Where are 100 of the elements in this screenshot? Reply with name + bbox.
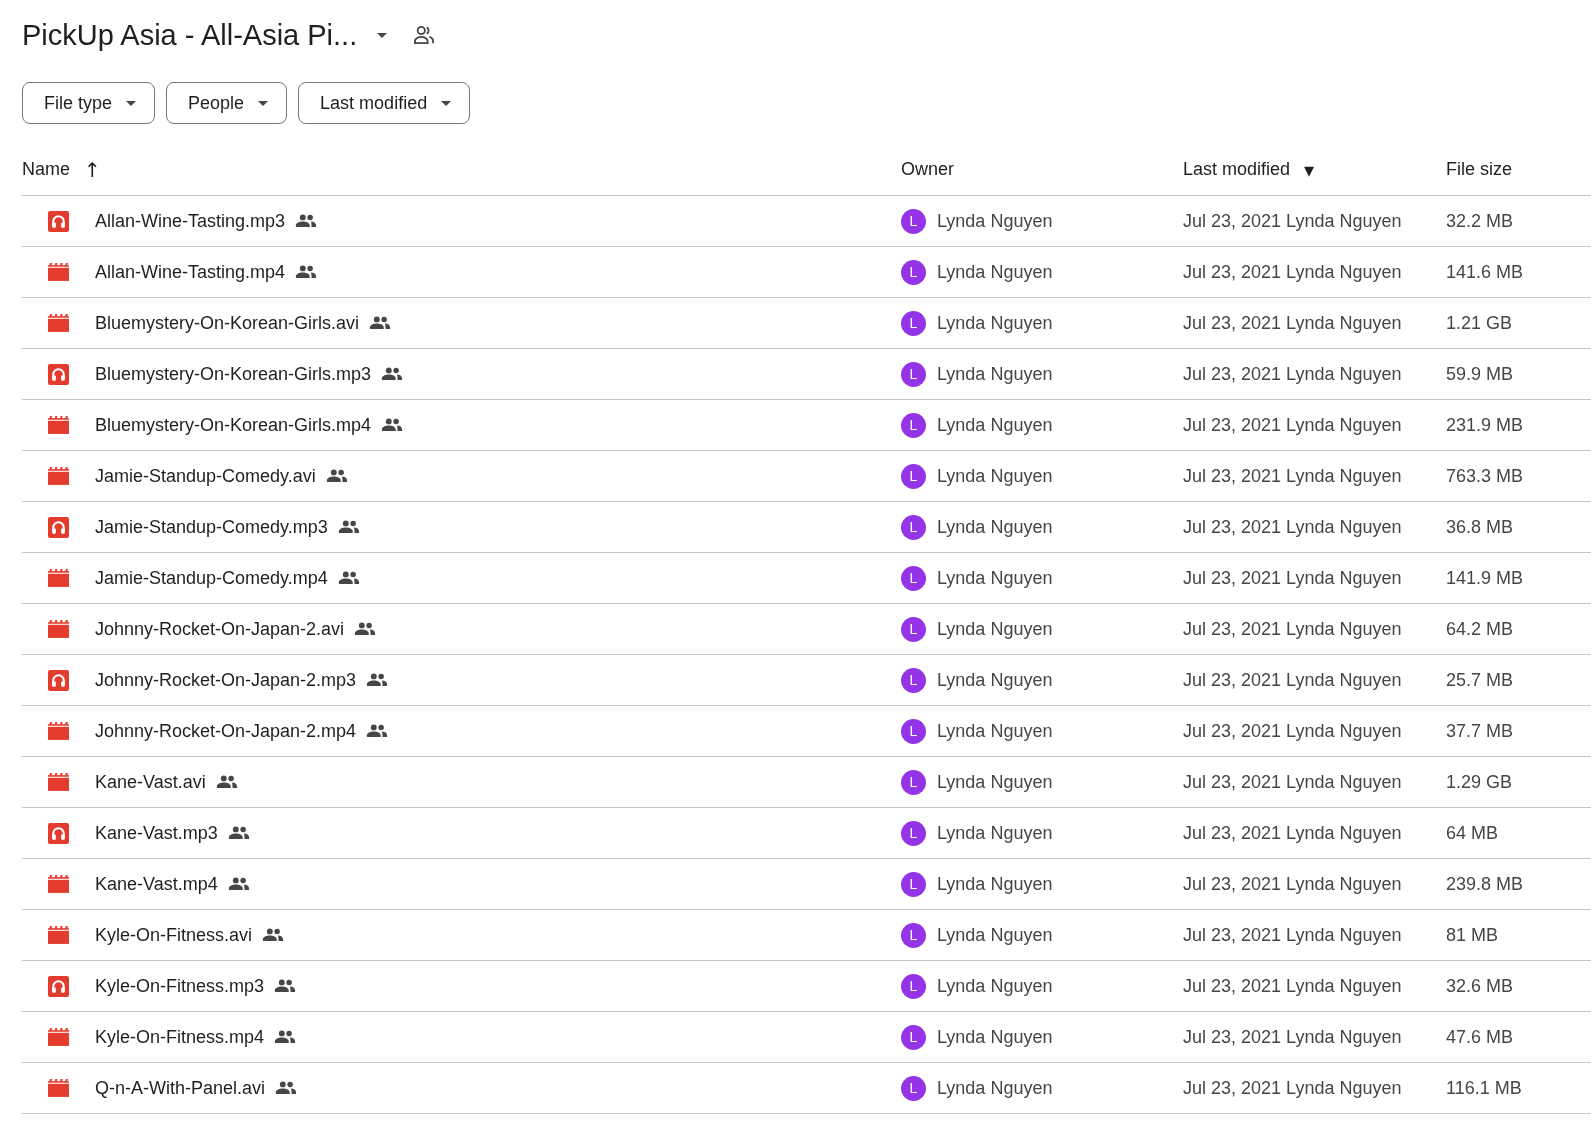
shared-people-icon <box>227 826 250 840</box>
owner-avatar: L <box>901 769 926 795</box>
file-name[interactable]: Johnny-Rocket-On-Japan-2.avi <box>95 618 345 640</box>
file-name[interactable]: Jamie-Standup-Comedy.avi <box>95 465 316 487</box>
owner-name: Lynda Nguyen <box>937 312 1053 334</box>
headphones-file-icon <box>48 669 69 691</box>
owner-avatar: L <box>901 514 926 540</box>
file-size: 25.7 MB <box>1446 669 1515 691</box>
owner-avatar: L <box>901 310 926 336</box>
shared-people-icon <box>274 979 297 993</box>
file-name[interactable]: Q-n-A-With-Panel.avi <box>95 1077 266 1099</box>
shared-people-icon <box>369 316 392 330</box>
owner-name: Lynda Nguyen <box>937 975 1053 997</box>
modified-date: Jul 23, 2021 Lynda Nguyen <box>1183 363 1403 385</box>
file-size: 1.29 GB <box>1446 771 1514 793</box>
file-name[interactable]: Allan-Wine-Tasting.mp4 <box>95 261 286 283</box>
file-name[interactable]: Kyle-On-Fitness.mp4 <box>95 1026 265 1048</box>
filter-chip[interactable]: Last modified <box>298 82 471 124</box>
column-header[interactable]: Owner <box>901 159 954 180</box>
file-name[interactable]: Bluemystery-On-Korean-Girls.mp4 <box>95 414 372 436</box>
owner-name: Lynda Nguyen <box>937 618 1053 640</box>
caret-icon <box>126 100 137 106</box>
clapperboard-file-icon <box>48 467 69 485</box>
owner-avatar: L <box>901 259 926 285</box>
owner-avatar: L <box>901 718 926 744</box>
modified-date: Jul 23, 2021 Lynda Nguyen <box>1183 720 1403 742</box>
shared-people-icon <box>354 622 377 636</box>
clapperboard-file-icon <box>48 263 69 281</box>
column-header[interactable]: Name ↑ <box>22 157 101 182</box>
owner-name: Lynda Nguyen <box>937 669 1053 691</box>
caret-icon <box>441 100 452 106</box>
file-name[interactable]: Bluemystery-On-Korean-Girls.avi <box>95 312 360 334</box>
file-name[interactable]: Allan-Wine-Tasting.mp3 <box>95 210 286 232</box>
file-name[interactable]: Johnny-Rocket-On-Japan-2.mp4 <box>95 720 357 742</box>
modified-date: Jul 23, 2021 Lynda Nguyen <box>1183 924 1403 946</box>
file-size: 1.21 GB <box>1446 312 1514 334</box>
modified-date: Jul 23, 2021 Lynda Nguyen <box>1183 261 1403 283</box>
sort-icon: ↑ <box>84 157 101 182</box>
file-name[interactable]: Kane-Vast.avi <box>95 771 206 793</box>
modified-date: Jul 23, 2021 Lynda Nguyen <box>1183 618 1403 640</box>
file-name[interactable]: Kyle-On-Fitness.avi <box>95 924 253 946</box>
modified-date: Jul 23, 2021 Lynda Nguyen <box>1183 771 1403 793</box>
modified-date: Jul 23, 2021 Lynda Nguyen <box>1183 414 1403 436</box>
clapperboard-file-icon <box>48 1079 69 1097</box>
filter-chip[interactable]: File type <box>22 82 156 124</box>
file-name[interactable]: Bluemystery-On-Korean-Girls.mp3 <box>95 363 372 385</box>
modified-date: Jul 23, 2021 Lynda Nguyen <box>1183 975 1403 997</box>
modified-date: Jul 23, 2021 Lynda Nguyen <box>1183 1026 1403 1048</box>
headphones-file-icon <box>48 975 69 997</box>
clapperboard-file-icon <box>48 722 69 740</box>
shared-people-icon <box>227 877 250 891</box>
file-size: 32.2 MB <box>1446 210 1515 232</box>
owner-name: Lynda Nguyen <box>937 1026 1053 1048</box>
file-size: 239.8 MB <box>1446 873 1525 895</box>
file-name[interactable]: Johnny-Rocket-On-Japan-2.mp3 <box>95 669 357 691</box>
owner-avatar: L <box>901 1075 926 1101</box>
caret-icon <box>258 100 269 106</box>
modified-date: Jul 23, 2021 Lynda Nguyen <box>1183 210 1403 232</box>
modified-date: Jul 23, 2021 Lynda Nguyen <box>1183 567 1403 589</box>
modified-date: Jul 23, 2021 Lynda Nguyen <box>1183 822 1403 844</box>
owner-name: Lynda Nguyen <box>937 414 1053 436</box>
owner-avatar: L <box>901 463 926 489</box>
clapperboard-file-icon <box>48 620 69 638</box>
owner-name: Lynda Nguyen <box>937 822 1053 844</box>
owner-avatar: L <box>901 208 926 234</box>
modified-date: Jul 23, 2021 Lynda Nguyen <box>1183 312 1403 334</box>
clapperboard-file-icon <box>48 569 69 587</box>
column-header[interactable]: File size <box>1446 159 1512 180</box>
caret-icon <box>377 32 388 38</box>
file-name[interactable]: Kane-Vast.mp4 <box>95 873 218 895</box>
owner-name: Lynda Nguyen <box>937 465 1053 487</box>
file-size: 59.9 MB <box>1446 363 1515 385</box>
folder-title: PickUp Asia - All-Asia Pi... <box>22 18 358 52</box>
file-name[interactable]: Jamie-Standup-Comedy.mp4 <box>95 567 328 589</box>
column-header[interactable]: Last modified ▾ <box>1183 157 1315 182</box>
owner-avatar: L <box>901 565 926 591</box>
file-size: 64.2 MB <box>1446 618 1515 640</box>
file-size: 231.9 MB <box>1446 414 1525 436</box>
owner-avatar: L <box>901 871 926 897</box>
headphones-file-icon <box>48 363 69 385</box>
owner-name: Lynda Nguyen <box>937 210 1053 232</box>
file-name[interactable]: Jamie-Standup-Comedy.mp3 <box>95 516 328 538</box>
owner-avatar: L <box>901 1024 926 1050</box>
owner-name: Lynda Nguyen <box>937 567 1053 589</box>
file-name[interactable]: Kyle-On-Fitness.mp3 <box>95 975 265 997</box>
file-size: 64 MB <box>1446 822 1500 844</box>
people-icon <box>413 25 436 45</box>
owner-name: Lynda Nguyen <box>937 516 1053 538</box>
shared-people-icon <box>337 520 360 534</box>
owner-name: Lynda Nguyen <box>937 924 1053 946</box>
shared-people-icon <box>262 928 285 942</box>
filter-chip[interactable]: People <box>166 82 288 124</box>
owner-avatar: L <box>901 361 926 387</box>
clapperboard-file-icon <box>48 875 69 893</box>
file-name[interactable]: Kane-Vast.mp3 <box>95 822 218 844</box>
owner-name: Lynda Nguyen <box>937 771 1053 793</box>
shared-people-icon <box>215 775 238 789</box>
owner-avatar: L <box>901 973 926 999</box>
shared-people-icon <box>337 571 360 585</box>
shared-people-icon <box>295 265 318 279</box>
